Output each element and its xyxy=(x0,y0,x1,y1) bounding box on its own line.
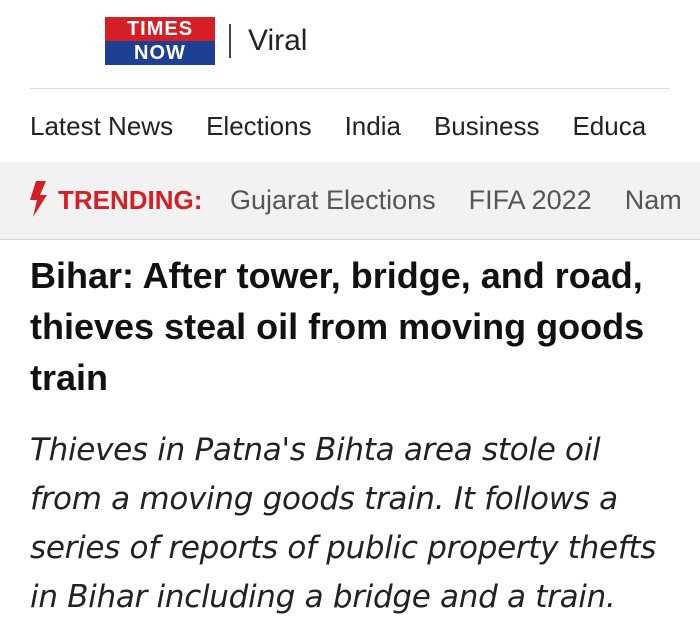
logo-line-1: TIMES xyxy=(126,18,194,40)
logo-top-band: TIMES xyxy=(105,17,215,41)
main-nav: Latest News Elections India Business Edu… xyxy=(30,106,700,146)
nav-item-business[interactable]: Business xyxy=(434,106,540,146)
trending-list: Gujarat Elections FIFA 2022 Nam xyxy=(230,180,700,220)
page: TIMES NOW Viral Latest News Elections In… xyxy=(0,0,700,627)
trending-label: TRENDING: xyxy=(58,185,203,215)
trending-item-gujarat-elections[interactable]: Gujarat Elections xyxy=(230,180,436,220)
article-headline: Bihar: After tower, bridge, and road, th… xyxy=(30,255,645,398)
lightning-bolt-icon xyxy=(30,181,47,217)
article-summary: Thieves in Patna's Bihta area stole oil … xyxy=(30,432,657,615)
site-header: TIMES NOW Viral xyxy=(0,0,700,88)
nav-item-elections[interactable]: Elections xyxy=(206,106,312,146)
trending-bar: TRENDING: Gujarat Elections FIFA 2022 Na… xyxy=(0,162,700,240)
section-title[interactable]: Viral xyxy=(248,22,307,60)
trending-item-fifa-2022[interactable]: FIFA 2022 xyxy=(469,180,592,220)
logo-line-2: NOW xyxy=(134,42,186,64)
trending-item-truncated[interactable]: Nam xyxy=(625,180,682,220)
nav-item-latest-news[interactable]: Latest News xyxy=(30,106,173,146)
header-separator xyxy=(229,24,231,58)
logo-bottom-band: NOW xyxy=(105,41,215,65)
nav-item-education[interactable]: Educa xyxy=(572,106,646,146)
header-divider xyxy=(30,88,670,89)
times-now-logo[interactable]: TIMES NOW xyxy=(105,17,215,65)
nav-item-india[interactable]: India xyxy=(345,106,401,146)
